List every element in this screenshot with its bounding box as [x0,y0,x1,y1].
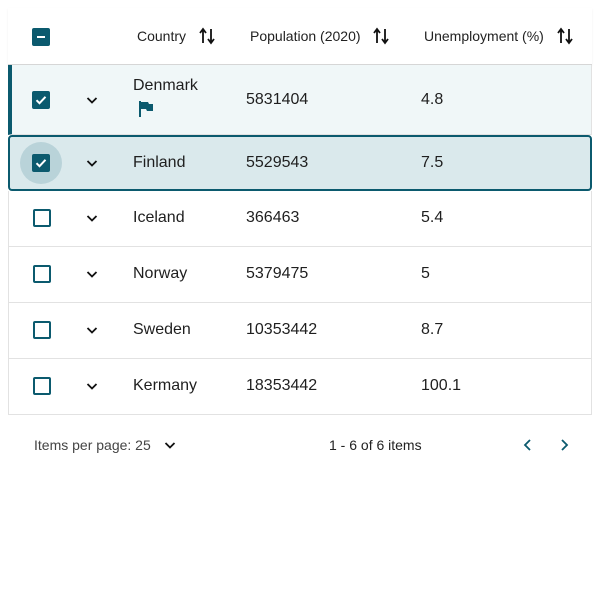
cell-unemployment: 100.1 [421,377,462,394]
check-icon [35,96,47,105]
cell-unemployment: 7.5 [421,154,444,171]
row-checkbox[interactable] [33,265,51,283]
sort-icon[interactable] [556,26,574,46]
check-icon [35,159,47,168]
chevron-down-icon[interactable] [84,92,100,108]
sort-icon[interactable] [372,26,390,46]
cell-population: 5379475 [246,265,309,282]
cell-country: Iceland [133,209,185,226]
table-row[interactable]: Iceland 366463 5.4 [8,191,592,247]
row-checkbox[interactable] [33,377,51,395]
cell-unemployment: 8.7 [421,321,444,338]
column-header-population[interactable]: Population (2020) [250,26,361,46]
chevron-right-icon[interactable] [554,435,574,455]
table-header: Country Population (2020) Unemployment (… [8,8,592,65]
column-header-unemployment[interactable]: Unemployment (%) [424,26,544,46]
cell-unemployment: 5.4 [421,209,444,226]
cell-population: 18353442 [246,377,318,394]
row-checkbox[interactable] [33,209,51,227]
column-header-country[interactable]: Country [137,26,186,46]
pagination-range: 1 - 6 of 6 items [329,437,422,453]
chevron-down-icon[interactable] [84,155,100,171]
cell-country: Finland [133,154,186,171]
select-all-checkbox[interactable] [32,28,50,46]
table-row[interactable]: Denmark 5831404 4.8 [8,65,592,135]
minus-icon [37,36,45,38]
cell-population: 5529543 [246,154,309,171]
chevron-left-icon[interactable] [518,435,538,455]
chevron-down-icon[interactable] [84,322,100,338]
chevron-down-icon[interactable] [162,437,178,453]
chevron-down-icon[interactable] [84,378,100,394]
flag-icon [139,101,153,117]
cell-country: Kermany [133,377,198,394]
sort-icon[interactable] [198,26,216,46]
cell-unemployment: 5 [421,265,430,282]
cell-population: 366463 [246,209,300,226]
data-table: Country Population (2020) Unemployment (… [8,8,592,415]
table-row[interactable]: Finland 5529543 7.5 [8,135,592,191]
pagination-bar: Items per page: 25 1 - 6 of 6 items [8,414,592,476]
cell-unemployment: 4.8 [421,91,444,108]
cell-country: Sweden [133,321,191,338]
table-row[interactable]: Kermany 18353442 100.1 [8,359,592,415]
chevron-down-icon[interactable] [84,266,100,282]
row-checkbox[interactable] [32,154,50,172]
items-per-page-select[interactable]: Items per page: 25 [34,437,151,453]
cell-country: Norway [133,265,188,282]
row-checkbox[interactable] [33,321,51,339]
table-row[interactable]: Sweden 10353442 8.7 [8,303,592,359]
cell-country: Denmark [133,77,198,94]
cell-population: 10353442 [246,321,318,338]
cell-population: 5831404 [246,91,309,108]
table-row[interactable]: Norway 5379475 5 [8,247,592,303]
chevron-down-icon[interactable] [84,210,100,226]
row-checkbox[interactable] [32,91,50,109]
